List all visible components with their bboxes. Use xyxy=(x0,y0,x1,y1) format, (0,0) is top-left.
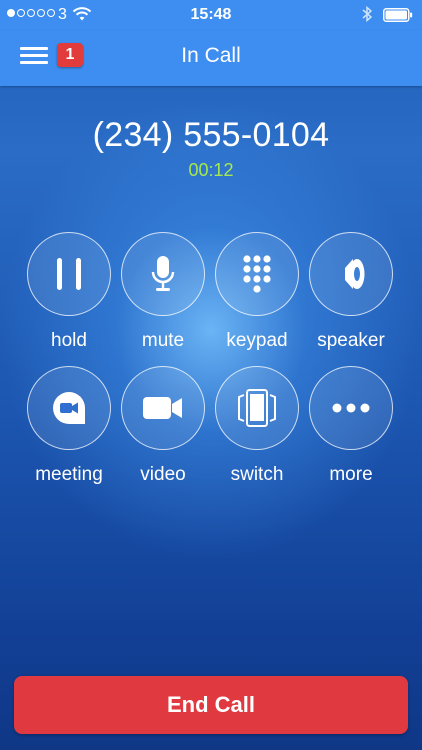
mute-button[interactable]: mute xyxy=(116,232,210,352)
microphone-icon xyxy=(151,256,175,291)
switch-button[interactable]: switch xyxy=(210,366,304,486)
call-duration: 00:12 xyxy=(188,160,234,180)
in-call-screen: 3 15:48 1 In Call (234) 555-0104 00:12 h… xyxy=(0,0,422,750)
meeting-icon xyxy=(53,392,85,424)
speaker-icon xyxy=(345,259,365,289)
pause-icon xyxy=(57,258,81,290)
navigation-bar: 1 In Call xyxy=(0,30,422,86)
meeting-label: meeting xyxy=(35,464,103,485)
caller-phone-number: (234) 555-0104 xyxy=(92,116,330,154)
keypad-icon xyxy=(243,255,271,293)
video-button[interactable]: video xyxy=(116,366,210,486)
keypad-button[interactable]: keypad xyxy=(210,232,304,352)
more-button[interactable]: more xyxy=(304,366,398,486)
speaker-button[interactable]: speaker xyxy=(304,232,398,352)
switch-label: switch xyxy=(230,464,284,485)
meeting-button[interactable]: meeting xyxy=(22,366,116,486)
mute-label: mute xyxy=(141,330,185,351)
more-label: more xyxy=(329,464,373,485)
battery-icon xyxy=(383,8,413,22)
more-dots-icon xyxy=(332,403,370,413)
page-title: In Call xyxy=(181,44,241,67)
keypad-label: keypad xyxy=(226,330,288,351)
end-call-button[interactable]: End Call xyxy=(14,676,408,734)
hold-button[interactable]: hold xyxy=(22,232,116,352)
video-label: video xyxy=(140,464,186,485)
switch-device-icon xyxy=(238,389,276,427)
bluetooth-icon xyxy=(362,5,373,23)
video-camera-icon xyxy=(143,397,182,419)
status-bar: 3 15:48 xyxy=(0,0,422,30)
speaker-label: speaker xyxy=(317,330,385,351)
status-time: 15:48 xyxy=(190,6,232,23)
hold-label: hold xyxy=(51,330,87,351)
call-controls: hold mute keypad speaker meeting video s… xyxy=(22,232,402,486)
